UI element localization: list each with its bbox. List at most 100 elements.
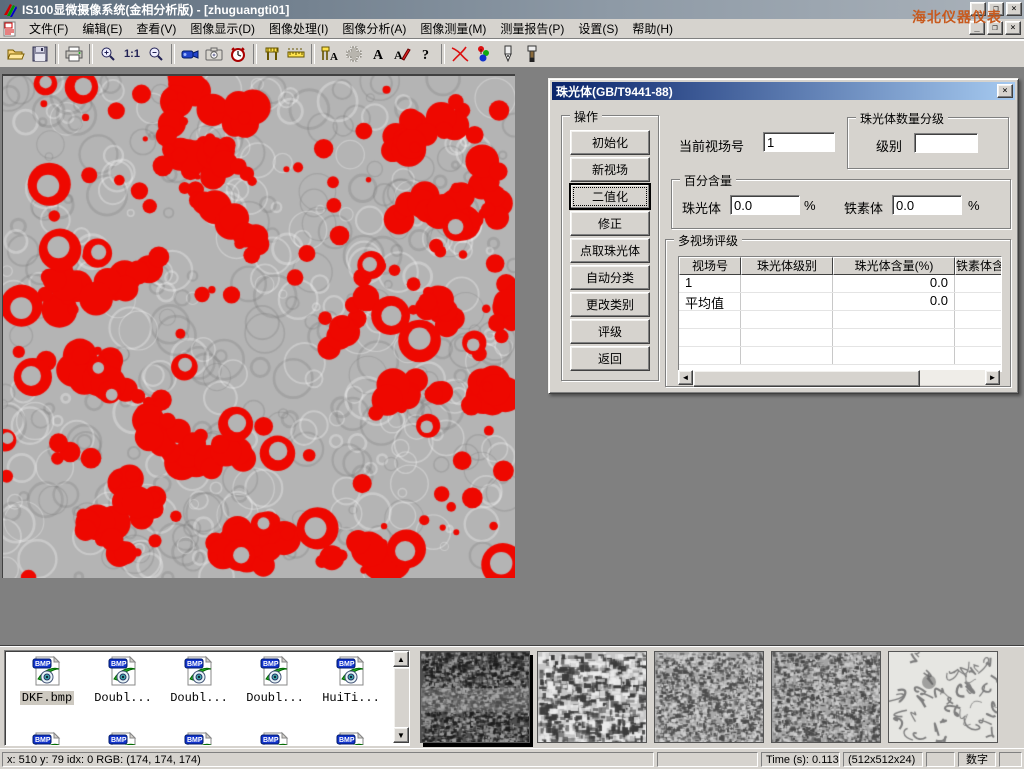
timer-clock-icon[interactable] [226,42,250,66]
file-item[interactable]: BMP [87,731,159,746]
svg-text:A: A [330,51,338,62]
ferrite-percent-input[interactable] [892,195,962,215]
menu-report[interactable]: 测量报告(P) [493,18,571,39]
svg-text:BMP: BMP [111,737,127,744]
file-name[interactable]: Doubl... [168,691,230,705]
table-horizontal-scrollbar[interactable]: ◄ ► [678,370,1000,385]
file-item[interactable]: BMP DKF.bmp [11,655,83,705]
bmp-file-icon: BMP [258,731,292,746]
thumbnail-image-3[interactable] [654,651,764,743]
cell-pearlite-grade [741,293,833,310]
mdi-close-button[interactable]: × [1005,21,1021,35]
dialog-close-icon[interactable]: × [997,84,1013,98]
menu-image-measure[interactable]: 图像测量(M) [413,18,493,39]
menu-image-display[interactable]: 图像显示(D) [183,18,262,39]
svg-text:BMP: BMP [35,661,51,668]
file-item[interactable]: BMP Doubl... [163,655,235,705]
file-name[interactable]: HuiTi... [320,691,382,705]
initialize-button[interactable]: 初始化 [570,130,650,155]
menu-settings[interactable]: 设置(S) [571,18,625,39]
svg-text:BMP: BMP [339,661,355,668]
pen-tool-icon[interactable] [496,42,520,66]
help-icon[interactable]: ? [414,42,438,66]
new-field-button[interactable]: 新视场 [570,157,650,182]
ruler-icon[interactable] [284,42,308,66]
change-class-button[interactable]: 更改类别 [570,292,650,317]
caliper-icon[interactable] [260,42,284,66]
file-item[interactable]: BMP [239,731,311,746]
actual-size-icon[interactable]: 1:1 [120,42,144,66]
correct-button[interactable]: 修正 [570,211,650,236]
file-name[interactable]: DKF.bmp [20,691,74,705]
pearlite-percent-input[interactable] [730,195,800,215]
print-icon[interactable] [62,42,86,66]
cell-pearlite-content: 0.0 [833,293,955,310]
grade-input[interactable] [914,133,978,153]
file-item[interactable]: BMP Doubl... [87,655,159,705]
document-icon [2,21,18,37]
application-window: { "window": { "title": "IS100显微摄像系统(金相分析… [0,0,1024,768]
svg-text:?: ? [422,48,429,62]
menu-help[interactable]: 帮助(H) [625,18,680,39]
curve-tool-icon[interactable] [448,42,472,66]
menu-file[interactable]: 文件(F) [22,18,75,39]
grid-tool-icon[interactable] [342,42,366,66]
dialog-title-bar[interactable]: 珠光体(GB/T9441-88) × [552,82,1015,100]
header-pearlite-content[interactable]: 珠光体含量(%) [833,257,955,275]
svg-text:A: A [394,48,403,62]
auto-classify-button[interactable]: 自动分类 [570,265,650,290]
pick-pearlite-button[interactable]: 点取珠光体 [570,238,650,263]
file-name[interactable]: Doubl... [92,691,154,705]
thumbnail-image-5[interactable] [888,651,998,743]
file-item[interactable]: BMP [163,731,235,746]
cursor-position-status: x: 510 y: 79 idx: 0 RGB: (174, 174, 174) [2,752,654,767]
current-field-input[interactable] [763,132,835,152]
specimen-image[interactable] [2,74,515,578]
file-name[interactable]: Doubl... [244,691,306,705]
thumbnail-image-2[interactable] [537,651,647,743]
annotate-text-icon[interactable]: A [390,42,414,66]
bmp-file-icon: BMP [30,655,64,687]
scroll-down-icon[interactable]: ▼ [393,727,409,743]
cell-field-no: 1 [679,275,741,292]
file-item[interactable]: BMP [11,731,83,746]
file-item[interactable]: BMP [315,731,387,746]
file-item[interactable]: BMP Doubl... [239,655,311,705]
menu-image-processing[interactable]: 图像处理(I) [262,18,335,39]
thumbnail-image-1[interactable] [420,651,530,743]
phase-particles-icon[interactable] [472,42,496,66]
zoom-out-icon[interactable] [144,42,168,66]
return-button[interactable]: 返回 [570,346,650,371]
cell-pearlite-content: 0.0 [833,275,955,292]
table-row-empty [679,311,1002,329]
menu-edit[interactable]: 编辑(E) [75,18,129,39]
text-tool-icon[interactable]: A [366,42,390,66]
scrollbar-thumb[interactable] [693,370,920,387]
save-icon[interactable] [28,42,52,66]
menu-image-analysis[interactable]: 图像分析(A) [335,18,413,39]
file-browser-scrollbar[interactable]: ▲ ▼ [393,651,409,743]
header-field-no[interactable]: 视场号 [679,257,741,275]
open-icon[interactable] [4,42,28,66]
binarize-button[interactable]: 二值化 [570,184,650,209]
header-pearlite-grade[interactable]: 珠光体级别 [741,257,833,275]
scroll-left-icon[interactable]: ◄ [678,370,693,385]
brush-tool-icon[interactable] [520,42,544,66]
header-ferrite-content[interactable]: 铁素体含量(%) [955,257,1002,275]
table-row[interactable]: 1 0.0 [679,275,1002,293]
scrollbar-thumb[interactable] [393,667,410,729]
pearlite-percent-unit: % [804,198,816,213]
bmp-file-icon: BMP [106,655,140,687]
capture-camera-icon[interactable] [202,42,226,66]
menu-view[interactable]: 查看(V) [129,18,183,39]
thumbnail-image-4[interactable] [771,651,881,743]
table-row[interactable]: 平均值 0.0 [679,293,1002,311]
zoom-in-icon[interactable] [96,42,120,66]
scroll-right-icon[interactable]: ► [985,370,1000,385]
measure-text-icon[interactable]: A [318,42,342,66]
video-camera-icon[interactable] [178,42,202,66]
rate-button[interactable]: 评级 [570,319,650,344]
scroll-up-icon[interactable]: ▲ [393,651,409,667]
close-button[interactable]: × [1006,2,1022,16]
file-item[interactable]: BMP HuiTi... [315,655,387,705]
